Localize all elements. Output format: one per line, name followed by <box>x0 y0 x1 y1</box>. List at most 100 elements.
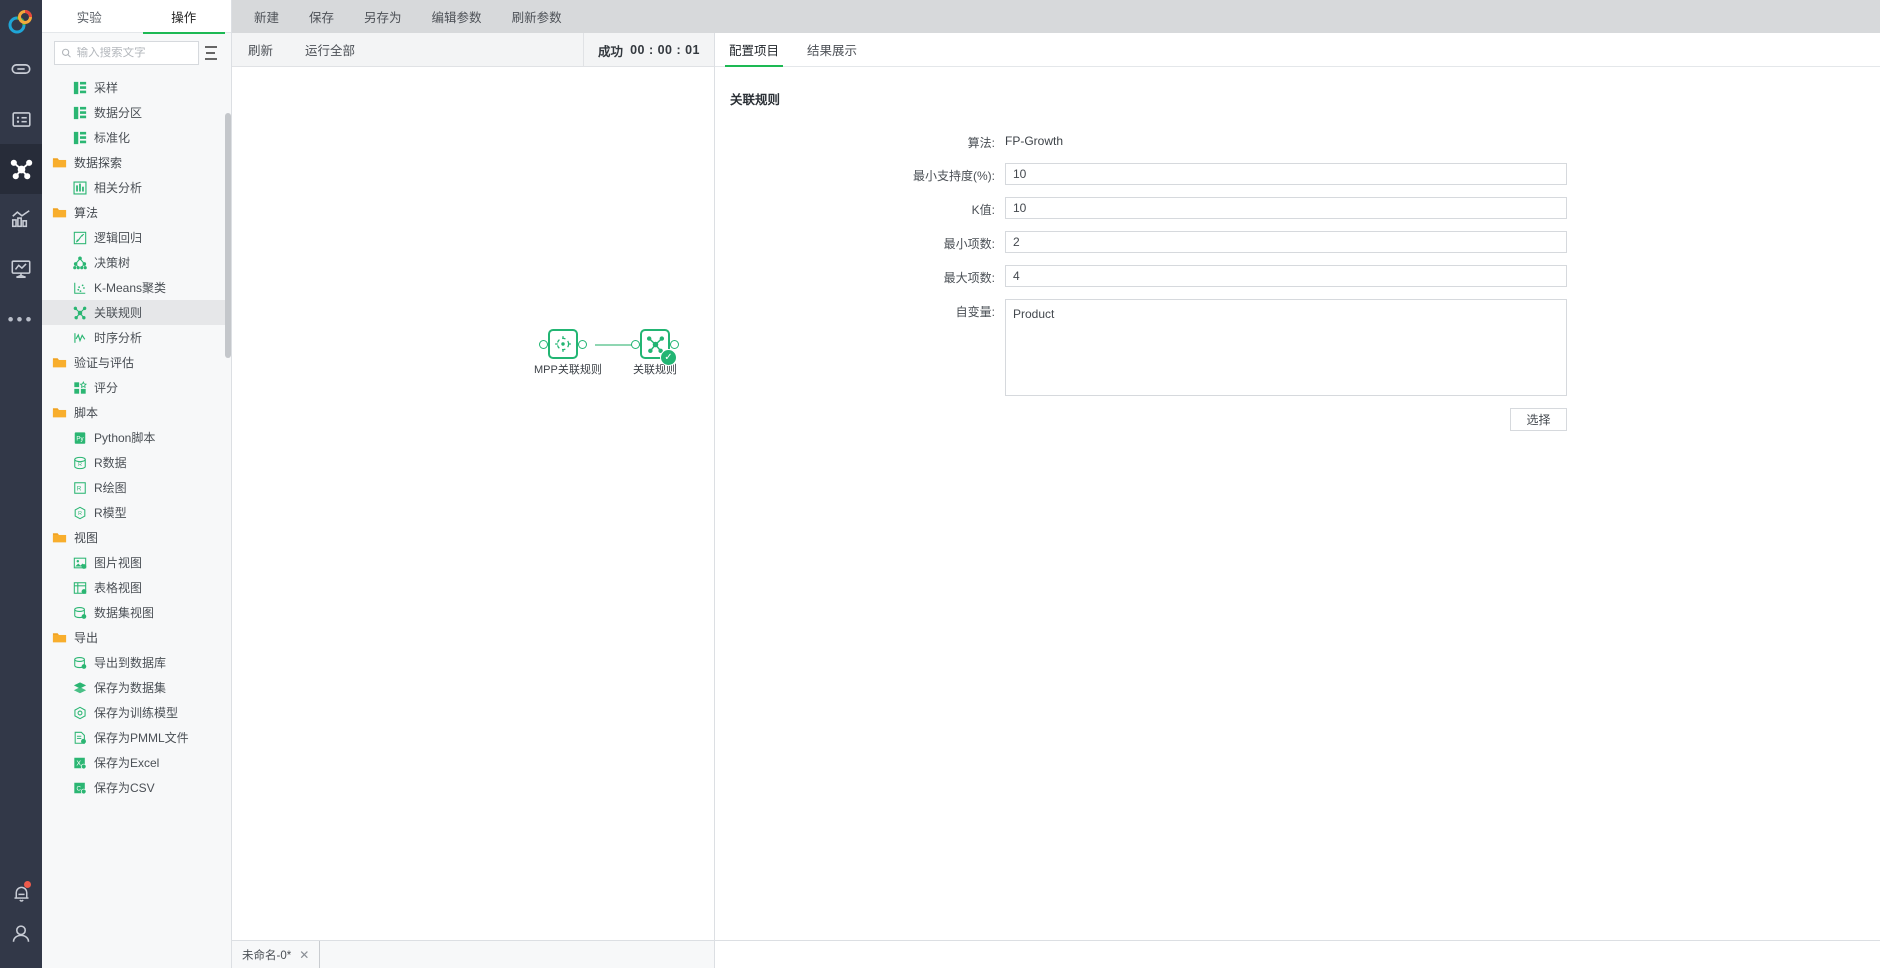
tree-item-dataset-view[interactable]: 数据集视图 <box>42 600 231 625</box>
tree-item-save-as-excel[interactable]: X 保存为Excel <box>42 750 231 775</box>
rail-item-monitor[interactable] <box>0 244 42 294</box>
tree-item-normalization[interactable]: 标准化 <box>42 125 231 150</box>
document-tab[interactable]: 未命名-0* ✕ <box>232 941 321 968</box>
node-output-port[interactable] <box>578 339 587 349</box>
tree-item-export-to-db[interactable]: 导出到数据库 <box>42 650 231 675</box>
select-button[interactable]: 选择 <box>1510 408 1567 431</box>
node-input-port[interactable] <box>631 339 640 349</box>
form-label: 算法: <box>967 136 995 150</box>
run-all-button[interactable]: 运行全部 <box>289 40 371 59</box>
max-items-input[interactable] <box>1005 265 1567 287</box>
tree-item-label: 图片视图 <box>94 556 143 570</box>
r-model-icon: R <box>72 505 87 520</box>
node-box[interactable]: ✓ <box>631 329 679 366</box>
workflow-node-mpp-association[interactable]: MPP关联规则 <box>534 329 602 378</box>
rail-item-workflow[interactable] <box>0 144 42 194</box>
tree-item-decision-tree[interactable]: 决策树 <box>42 250 231 275</box>
tree-group-validation[interactable]: 验证与评估 <box>42 350 231 375</box>
tree-group-export[interactable]: 导出 <box>42 625 231 650</box>
refresh-button[interactable]: 刷新 <box>232 40 289 59</box>
tree-item-score[interactable]: 评分 <box>42 375 231 400</box>
tree-item-label: R数据 <box>94 456 127 470</box>
independent-variables-textarea[interactable] <box>1005 299 1567 396</box>
tree-item-timeseries[interactable]: 时序分析 <box>42 325 231 350</box>
algorithm-value: FP-Growth <box>1005 134 1064 148</box>
tree-group-views[interactable]: 视图 <box>42 525 231 550</box>
timeseries-icon <box>72 330 87 345</box>
tree-item-label: 保存为训练模型 <box>94 706 179 720</box>
rail-item-notifications[interactable] <box>0 868 42 918</box>
rail-item-list[interactable] <box>0 94 42 144</box>
tree-group-data-exploration[interactable]: 数据探索 <box>42 150 231 175</box>
dataset-view-icon <box>72 605 87 620</box>
node-output-port[interactable] <box>670 339 679 349</box>
tree-item-python-script[interactable]: Py Python脚本 <box>42 425 231 450</box>
tree-item-save-as-model[interactable]: 保存为训练模型 <box>42 700 231 725</box>
folder-icon <box>52 155 67 170</box>
node-box[interactable] <box>539 329 587 359</box>
tree-group-scripts[interactable]: 脚本 <box>42 400 231 425</box>
tree-item-image-view[interactable]: 图片视图 <box>42 550 231 575</box>
form-label: 自变量: <box>955 305 995 319</box>
tree-item-save-as-dataset[interactable]: 保存为数据集 <box>42 675 231 700</box>
form-label: K值: <box>971 203 995 217</box>
folder-icon <box>52 405 67 420</box>
rail-item-link[interactable] <box>0 44 42 94</box>
notification-badge <box>24 881 31 888</box>
tree-item-association-rules[interactable]: 关联规则 <box>42 300 231 325</box>
decision-tree-icon <box>72 255 87 270</box>
tree-item-save-as-pmml[interactable]: 保存为PMML文件 <box>42 725 231 750</box>
menu-item-save[interactable]: 保存 <box>297 3 346 30</box>
tree-item-label: 保存为CSV <box>94 781 155 795</box>
menu-item-refresh-params[interactable]: 刷新参数 <box>500 3 574 30</box>
tree-item-r-data[interactable]: R R数据 <box>42 450 231 475</box>
form-row-independent-variables: 自变量: <box>715 299 1880 396</box>
workflow-canvas[interactable]: MPP关联规则 ✓ 关联规则 <box>232 67 714 940</box>
python-icon: Py <box>72 430 87 445</box>
rail-item-account[interactable] <box>0 918 42 968</box>
tab-config-items[interactable]: 配置项目 <box>715 33 793 67</box>
tree-group-algorithms[interactable]: 算法 <box>42 200 231 225</box>
tree-item-logistic-regression[interactable]: 逻辑回归 <box>42 225 231 250</box>
node-input-port[interactable] <box>539 339 548 349</box>
close-icon[interactable]: ✕ <box>299 948 309 962</box>
tree-item-table-view[interactable]: 表格视图 <box>42 575 231 600</box>
save-dataset-icon <box>72 680 87 695</box>
tree-item-label: Python脚本 <box>94 431 156 445</box>
tree-item-data-partition[interactable]: 数据分区 <box>42 100 231 125</box>
menu-item-edit-params[interactable]: 编辑参数 <box>420 3 494 30</box>
search-input[interactable] <box>76 47 192 59</box>
tree-item-label: 数据集视图 <box>94 606 155 620</box>
min-items-input[interactable] <box>1005 231 1567 253</box>
ellipsis-icon: ••• <box>7 309 35 329</box>
svg-text:Py: Py <box>76 435 84 442</box>
save-excel-icon: X <box>72 755 87 770</box>
sidebar-scrollbar[interactable] <box>225 113 231 358</box>
rail-item-more[interactable]: ••• <box>0 294 42 344</box>
tree-item-kmeans[interactable]: K-Means聚类 <box>42 275 231 300</box>
menu-item-new[interactable]: 新建 <box>242 3 291 30</box>
tree-item-save-as-csv[interactable]: C 保存为CSV <box>42 775 231 800</box>
menu-item-save-as[interactable]: 另存为 <box>352 3 414 30</box>
workflow-node-association-rules[interactable]: ✓ 关联规则 <box>626 329 684 378</box>
sidebar-tab-experiment[interactable]: 实验 <box>42 0 137 33</box>
document-tab-label: 未命名-0* <box>242 949 292 962</box>
sidebar-tab-operations[interactable]: 操作 <box>137 0 232 34</box>
tree-item-sampling[interactable]: 采样 <box>42 75 231 100</box>
search-box[interactable] <box>54 41 199 65</box>
tree-item-r-model[interactable]: R R模型 <box>42 500 231 525</box>
tab-results[interactable]: 结果展示 <box>793 33 871 66</box>
filter-icon[interactable] <box>205 44 221 62</box>
rail-item-charts[interactable] <box>0 194 42 244</box>
menu-bar: 新建 保存 另存为 编辑参数 刷新参数 <box>232 0 1880 33</box>
tree-item-label: R绘图 <box>94 481 127 495</box>
k-value-input[interactable] <box>1005 197 1567 219</box>
tree-item-label: 表格视图 <box>94 581 143 595</box>
form-row-algorithm: 算法: FP-Growth <box>715 130 1880 151</box>
save-pmml-icon <box>72 730 87 745</box>
form-row-k-value: K值: <box>715 197 1880 219</box>
min-support-input[interactable] <box>1005 163 1567 185</box>
run-status-time: 00 : 00 : 01 <box>630 43 700 57</box>
tree-item-r-plot[interactable]: R R绘图 <box>42 475 231 500</box>
tree-item-correlation-analysis[interactable]: 相关分析 <box>42 175 231 200</box>
